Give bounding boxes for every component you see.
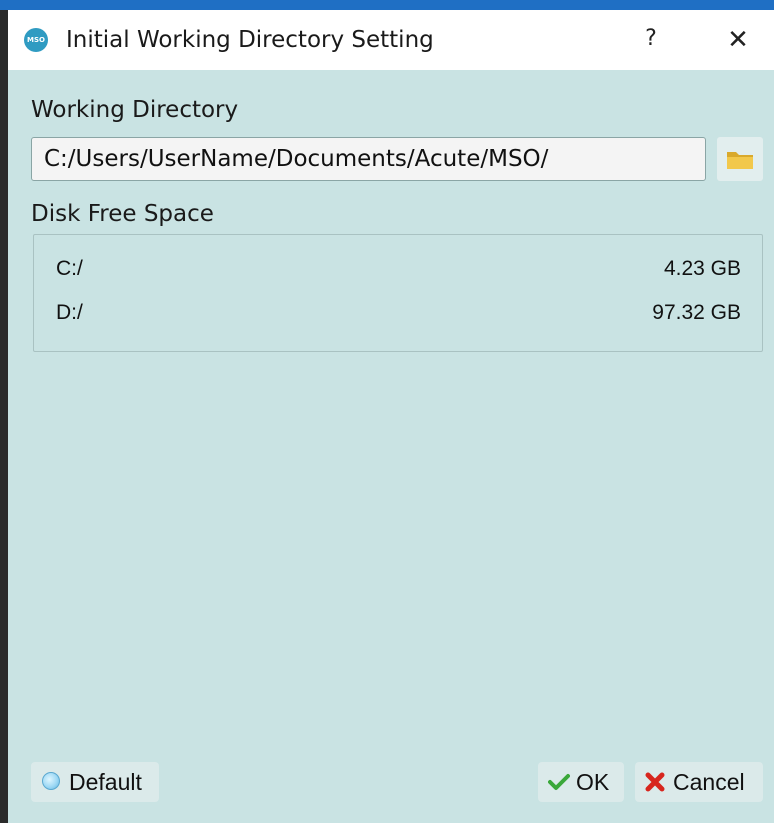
default-button-label: Default (69, 768, 142, 795)
disk-row-d: D:/ 97.32 GB (56, 299, 741, 329)
app-logo-icon: MSO (24, 28, 48, 52)
dialog-title: Initial Working Directory Setting (66, 27, 434, 53)
default-radio-icon (42, 772, 60, 790)
disk-free-space-label: Disk Free Space (31, 201, 214, 227)
drive-free-space: 97.32 GB (652, 301, 741, 324)
cancel-button[interactable]: Cancel (635, 762, 763, 802)
drive-free-space: 4.23 GB (663, 257, 741, 280)
folder-icon (727, 152, 753, 169)
checkmark-icon (548, 774, 570, 790)
working-directory-dialog: MSO Initial Working Directory Setting ? … (8, 10, 774, 823)
help-button[interactable]: ? (636, 24, 666, 54)
cancel-x-icon (645, 772, 665, 792)
ok-button[interactable]: OK (538, 762, 624, 802)
title-bar[interactable]: MSO Initial Working Directory Setting ? … (8, 10, 774, 70)
cancel-button-label: Cancel (673, 768, 745, 795)
working-directory-label: Working Directory (31, 97, 239, 123)
working-directory-input[interactable] (31, 137, 706, 181)
disk-free-space-panel: C:/ 4.23 GB D:/ 97.32 GB (33, 234, 763, 352)
ok-button-label: OK (576, 768, 610, 795)
default-button[interactable]: Default (31, 762, 159, 802)
drive-name: C:/ (56, 257, 83, 280)
window-top-strip (0, 0, 774, 10)
browse-folder-button[interactable] (717, 137, 763, 181)
close-button[interactable]: ✕ (720, 22, 756, 58)
drive-name: D:/ (56, 301, 83, 324)
disk-row-c: C:/ 4.23 GB (56, 255, 741, 285)
